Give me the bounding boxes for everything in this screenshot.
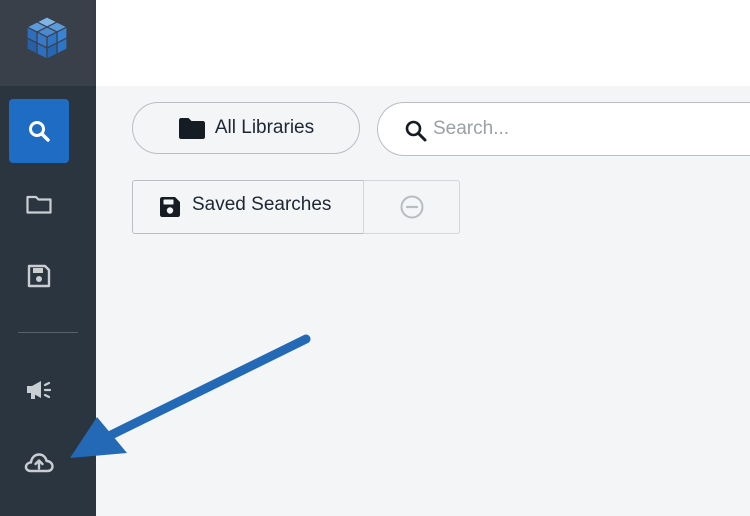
folder-icon (26, 195, 52, 214)
search-icon (405, 120, 427, 142)
sidebar-item-announcements[interactable] (9, 358, 69, 422)
app-window: All Libraries Saved Searches (0, 0, 750, 516)
remove-saved-search-button[interactable] (363, 180, 460, 234)
saved-searches-group: Saved Searches (132, 180, 460, 234)
save-icon (160, 197, 180, 217)
sidebar-item-upload[interactable] (9, 431, 69, 495)
minus-circle-icon (400, 195, 423, 219)
sidebar-item-folders[interactable] (9, 172, 69, 236)
search-icon (29, 121, 50, 142)
sidebar-item-saved[interactable] (9, 244, 69, 308)
cloud-upload-icon (24, 453, 54, 473)
folder-icon (178, 117, 205, 139)
library-selector-label: All Libraries (214, 117, 315, 138)
saved-searches-button[interactable]: Saved Searches (132, 180, 364, 234)
search-bar (377, 102, 750, 156)
search-input[interactable] (433, 113, 733, 145)
sidebar-divider (18, 332, 78, 333)
sidebar (0, 0, 96, 516)
top-header-bar (96, 0, 750, 86)
megaphone-icon (27, 381, 52, 399)
cube-logo-icon (25, 16, 69, 60)
logo-area (0, 0, 96, 86)
save-icon (27, 264, 51, 288)
sidebar-item-search[interactable] (9, 99, 69, 163)
saved-searches-label: Saved Searches (192, 194, 332, 215)
library-selector-button[interactable]: All Libraries (132, 102, 360, 154)
main-content: All Libraries Saved Searches (96, 86, 750, 516)
